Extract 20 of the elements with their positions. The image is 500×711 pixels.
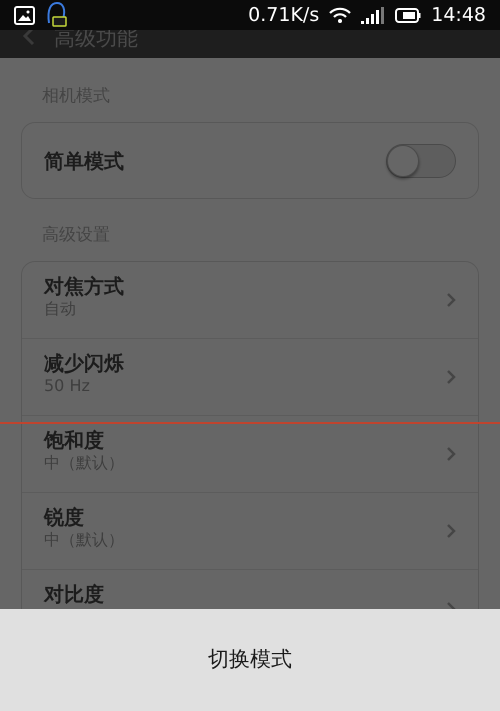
signal-icon bbox=[361, 6, 386, 24]
wifi-icon bbox=[329, 6, 352, 24]
toggle-switch[interactable] bbox=[386, 144, 456, 178]
network-speed: 0.71K/s bbox=[248, 2, 320, 28]
switch-mode-button[interactable]: 切换模式 bbox=[192, 636, 308, 684]
chevron-right-icon bbox=[446, 369, 456, 385]
row-title: 减少闪烁 bbox=[44, 351, 125, 375]
chevron-right-icon bbox=[446, 292, 456, 308]
row-title: 对比度 bbox=[44, 582, 105, 606]
image-icon bbox=[14, 6, 35, 24]
clock: 14:48 bbox=[431, 2, 486, 28]
row-title: 饱和度 bbox=[44, 428, 105, 452]
row-title: 对焦方式 bbox=[44, 274, 125, 298]
row-title: 锐度 bbox=[44, 505, 85, 529]
settings-row[interactable]: 简单模式 bbox=[22, 123, 478, 198]
row-title: 简单模式 bbox=[44, 148, 125, 172]
settings-row[interactable]: 对比度 bbox=[22, 570, 478, 609]
battery-icon bbox=[395, 8, 422, 22]
chevron-right-icon bbox=[446, 446, 456, 462]
chevron-right-icon bbox=[446, 523, 456, 539]
